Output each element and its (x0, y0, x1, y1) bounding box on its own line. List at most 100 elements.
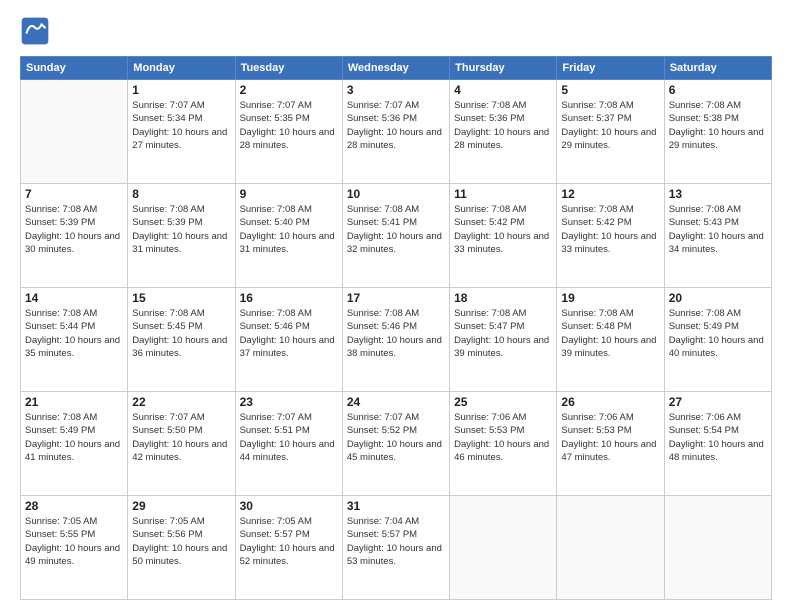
calendar-cell (664, 496, 771, 600)
calendar-cell: 21 Sunrise: 7:08 AMSunset: 5:49 PMDayligh… (21, 392, 128, 496)
calendar-cell: 18 Sunrise: 7:08 AMSunset: 5:47 PMDayligh… (450, 288, 557, 392)
cell-info: Sunrise: 7:08 AMSunset: 5:46 PMDaylight:… (347, 307, 445, 360)
calendar-cell: 30Sunrise: 7:05 AMSunset: 5:57 PMDayligh… (235, 496, 342, 600)
cell-info: Sunrise: 7:07 AMSunset: 5:34 PMDaylight:… (132, 99, 230, 152)
cell-day-number: 5 (561, 83, 659, 97)
cell-day-number: 22 (132, 395, 230, 409)
calendar-cell: 23 Sunrise: 7:07 AMSunset: 5:51 PMDayligh… (235, 392, 342, 496)
calendar-header-sunday: Sunday (21, 57, 128, 80)
cell-info: Sunrise: 7:08 AMSunset: 5:37 PMDaylight:… (561, 99, 659, 152)
cell-info: Sunrise: 7:07 AMSunset: 5:36 PMDaylight:… (347, 99, 445, 152)
calendar-week-1: 7 Sunrise: 7:08 AMSunset: 5:39 PMDaylight… (21, 184, 772, 288)
cell-info: Sunrise: 7:08 AMSunset: 5:49 PMDaylight:… (25, 411, 123, 464)
cell-day-number: 14 (25, 291, 123, 305)
cell-info: Sunrise: 7:08 AMSunset: 5:41 PMDaylight:… (347, 203, 445, 256)
calendar-week-0: 1 Sunrise: 7:07 AMSunset: 5:34 PMDaylight… (21, 80, 772, 184)
calendar-cell: 27 Sunrise: 7:06 AMSunset: 5:54 PMDayligh… (664, 392, 771, 496)
calendar-cell: 28 Sunrise: 7:05 AMSunset: 5:55 PMDayligh… (21, 496, 128, 600)
calendar-header-thursday: Thursday (450, 57, 557, 80)
cell-day-number: 28 (25, 499, 123, 513)
calendar-cell: 1 Sunrise: 7:07 AMSunset: 5:34 PMDaylight… (128, 80, 235, 184)
calendar-header-tuesday: Tuesday (235, 57, 342, 80)
cell-day-number: 1 (132, 83, 230, 97)
calendar-cell: 29 Sunrise: 7:05 AMSunset: 5:56 PMDayligh… (128, 496, 235, 600)
cell-day-number: 11 (454, 187, 552, 201)
cell-info: Sunrise: 7:08 AMSunset: 5:44 PMDaylight:… (25, 307, 123, 360)
calendar-cell: 17 Sunrise: 7:08 AMSunset: 5:46 PMDayligh… (342, 288, 449, 392)
calendar-table: SundayMondayTuesdayWednesdayThursdayFrid… (20, 56, 772, 600)
cell-info: Sunrise: 7:08 AMSunset: 5:38 PMDaylight:… (669, 99, 767, 152)
calendar-header-friday: Friday (557, 57, 664, 80)
cell-day-number: 31 (347, 499, 445, 513)
cell-day-number: 6 (669, 83, 767, 97)
cell-day-number: 27 (669, 395, 767, 409)
cell-info: Sunrise: 7:05 AMSunset: 5:55 PMDaylight:… (25, 515, 123, 568)
cell-day-number: 18 (454, 291, 552, 305)
header (20, 16, 772, 46)
cell-info: Sunrise: 7:08 AMSunset: 5:43 PMDaylight:… (669, 203, 767, 256)
cell-info: Sunrise: 7:05 AMSunset: 5:56 PMDaylight:… (132, 515, 230, 568)
cell-day-number: 10 (347, 187, 445, 201)
cell-info: Sunrise: 7:06 AMSunset: 5:54 PMDaylight:… (669, 411, 767, 464)
calendar-cell: 16Sunrise: 7:08 AMSunset: 5:46 PMDayligh… (235, 288, 342, 392)
cell-info: Sunrise: 7:04 AMSunset: 5:57 PMDaylight:… (347, 515, 445, 568)
logo-icon (20, 16, 50, 46)
cell-info: Sunrise: 7:08 AMSunset: 5:48 PMDaylight:… (561, 307, 659, 360)
calendar-cell: 15Sunrise: 7:08 AMSunset: 5:45 PMDayligh… (128, 288, 235, 392)
cell-info: Sunrise: 7:08 AMSunset: 5:42 PMDaylight:… (454, 203, 552, 256)
cell-info: Sunrise: 7:08 AMSunset: 5:47 PMDaylight:… (454, 307, 552, 360)
cell-day-number: 21 (25, 395, 123, 409)
cell-day-number: 8 (132, 187, 230, 201)
calendar-cell: 3 Sunrise: 7:07 AMSunset: 5:36 PMDaylight… (342, 80, 449, 184)
calendar-cell: 7 Sunrise: 7:08 AMSunset: 5:39 PMDaylight… (21, 184, 128, 288)
cell-day-number: 26 (561, 395, 659, 409)
calendar-cell: 24 Sunrise: 7:07 AMSunset: 5:52 PMDayligh… (342, 392, 449, 496)
cell-day-number: 24 (347, 395, 445, 409)
cell-day-number: 13 (669, 187, 767, 201)
calendar-cell: 25Sunrise: 7:06 AMSunset: 5:53 PMDayligh… (450, 392, 557, 496)
cell-info: Sunrise: 7:06 AMSunset: 5:53 PMDaylight:… (561, 411, 659, 464)
cell-day-number: 29 (132, 499, 230, 513)
cell-info: Sunrise: 7:07 AMSunset: 5:50 PMDaylight:… (132, 411, 230, 464)
calendar-cell: 10 Sunrise: 7:08 AMSunset: 5:41 PMDayligh… (342, 184, 449, 288)
cell-info: Sunrise: 7:08 AMSunset: 5:39 PMDaylight:… (25, 203, 123, 256)
calendar-cell: 9 Sunrise: 7:08 AMSunset: 5:40 PMDaylight… (235, 184, 342, 288)
cell-info: Sunrise: 7:08 AMSunset: 5:45 PMDaylight:… (132, 307, 230, 360)
calendar-cell (450, 496, 557, 600)
cell-info: Sunrise: 7:08 AMSunset: 5:39 PMDaylight:… (132, 203, 230, 256)
cell-day-number: 9 (240, 187, 338, 201)
cell-info: Sunrise: 7:08 AMSunset: 5:49 PMDaylight:… (669, 307, 767, 360)
cell-day-number: 17 (347, 291, 445, 305)
calendar-header-monday: Monday (128, 57, 235, 80)
cell-day-number: 20 (669, 291, 767, 305)
calendar-week-2: 14 Sunrise: 7:08 AMSunset: 5:44 PMDayligh… (21, 288, 772, 392)
calendar-cell: 4Sunrise: 7:08 AMSunset: 5:36 PMDaylight… (450, 80, 557, 184)
cell-info: Sunrise: 7:08 AMSunset: 5:42 PMDaylight:… (561, 203, 659, 256)
calendar-cell: 22 Sunrise: 7:07 AMSunset: 5:50 PMDayligh… (128, 392, 235, 496)
cell-info: Sunrise: 7:08 AMSunset: 5:46 PMDaylight:… (240, 307, 338, 360)
page: SundayMondayTuesdayWednesdayThursdayFrid… (0, 0, 792, 612)
calendar-cell (557, 496, 664, 600)
cell-info: Sunrise: 7:06 AMSunset: 5:53 PMDaylight:… (454, 411, 552, 464)
calendar-cell: 8 Sunrise: 7:08 AMSunset: 5:39 PMDaylight… (128, 184, 235, 288)
cell-day-number: 7 (25, 187, 123, 201)
cell-info: Sunrise: 7:07 AMSunset: 5:52 PMDaylight:… (347, 411, 445, 464)
cell-info: Sunrise: 7:08 AMSunset: 5:36 PMDaylight:… (454, 99, 552, 152)
calendar-cell: 14 Sunrise: 7:08 AMSunset: 5:44 PMDayligh… (21, 288, 128, 392)
calendar-week-3: 21 Sunrise: 7:08 AMSunset: 5:49 PMDayligh… (21, 392, 772, 496)
cell-info: Sunrise: 7:08 AMSunset: 5:40 PMDaylight:… (240, 203, 338, 256)
cell-info: Sunrise: 7:07 AMSunset: 5:51 PMDaylight:… (240, 411, 338, 464)
calendar-week-4: 28 Sunrise: 7:05 AMSunset: 5:55 PMDayligh… (21, 496, 772, 600)
cell-day-number: 30 (240, 499, 338, 513)
calendar-cell: 5 Sunrise: 7:08 AMSunset: 5:37 PMDaylight… (557, 80, 664, 184)
logo (20, 16, 54, 46)
cell-day-number: 3 (347, 83, 445, 97)
cell-day-number: 12 (561, 187, 659, 201)
cell-info: Sunrise: 7:07 AMSunset: 5:35 PMDaylight:… (240, 99, 338, 152)
cell-day-number: 2 (240, 83, 338, 97)
cell-day-number: 23 (240, 395, 338, 409)
calendar-cell (21, 80, 128, 184)
calendar-cell: 11 Sunrise: 7:08 AMSunset: 5:42 PMDayligh… (450, 184, 557, 288)
calendar-header-row: SundayMondayTuesdayWednesdayThursdayFrid… (21, 57, 772, 80)
calendar-cell: 19Sunrise: 7:08 AMSunset: 5:48 PMDayligh… (557, 288, 664, 392)
